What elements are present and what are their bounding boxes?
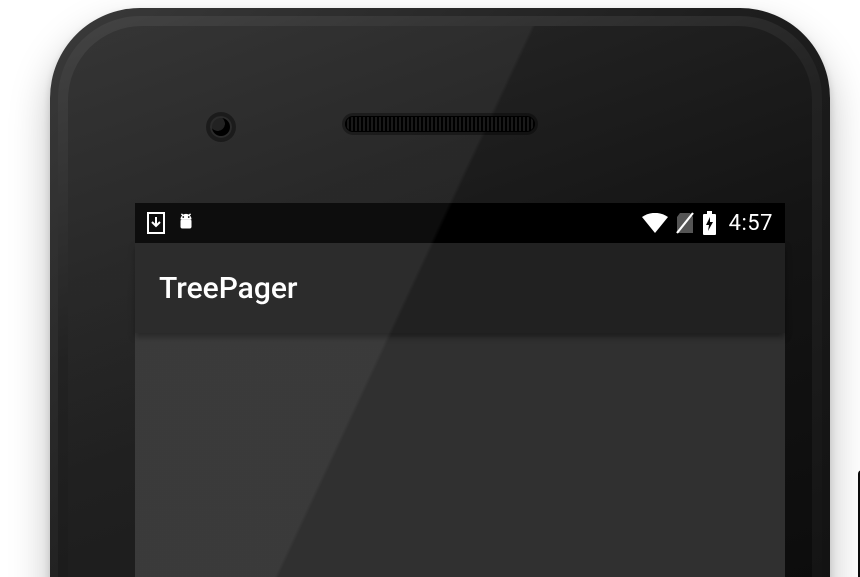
wifi-icon	[642, 213, 668, 233]
android-debug-icon	[175, 212, 197, 234]
status-right-group: 4:57	[642, 211, 773, 236]
app-content-area[interactable]	[135, 333, 785, 577]
front-camera	[210, 116, 232, 138]
phone-body: 4:57 TreePager	[50, 8, 830, 577]
app-title: TreePager	[159, 271, 298, 306]
battery-charging-icon	[702, 211, 717, 235]
status-bar[interactable]: 4:57	[135, 203, 785, 243]
device-mockup: 4:57 TreePager	[0, 0, 860, 577]
earpiece-speaker	[345, 116, 535, 132]
app-action-bar: TreePager	[135, 243, 785, 333]
screen: 4:57 TreePager	[135, 203, 785, 577]
no-sim-icon	[676, 212, 694, 234]
status-clock: 4:57	[729, 211, 773, 236]
status-left-group	[147, 212, 197, 234]
download-icon	[147, 212, 165, 234]
